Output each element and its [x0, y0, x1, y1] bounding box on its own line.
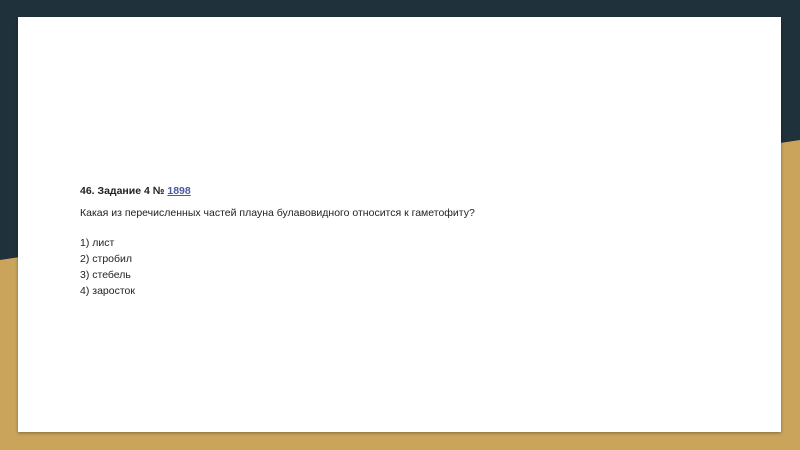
task-number-link[interactable]: 1898	[167, 185, 190, 197]
answer-option-2: 2) стробил	[80, 253, 132, 265]
answer-option-4: 4) заросток	[80, 285, 135, 297]
task-prefix: 46. Задание 4 №	[80, 185, 168, 197]
slide-card: 46. Задание 4 № 1898 Какая из перечислен…	[18, 17, 781, 432]
task-question: Какая из перечисленных частей плауна бул…	[80, 207, 475, 219]
task-heading: 46. Задание 4 № 1898	[80, 183, 475, 199]
answer-options: 1) лист 2) стробил 3) стебель 4) заросто…	[80, 235, 475, 299]
task-content: 46. Задание 4 № 1898 Какая из перечислен…	[80, 183, 475, 299]
answer-option-3: 3) стебель	[80, 269, 131, 281]
answer-option-1: 1) лист	[80, 237, 115, 249]
